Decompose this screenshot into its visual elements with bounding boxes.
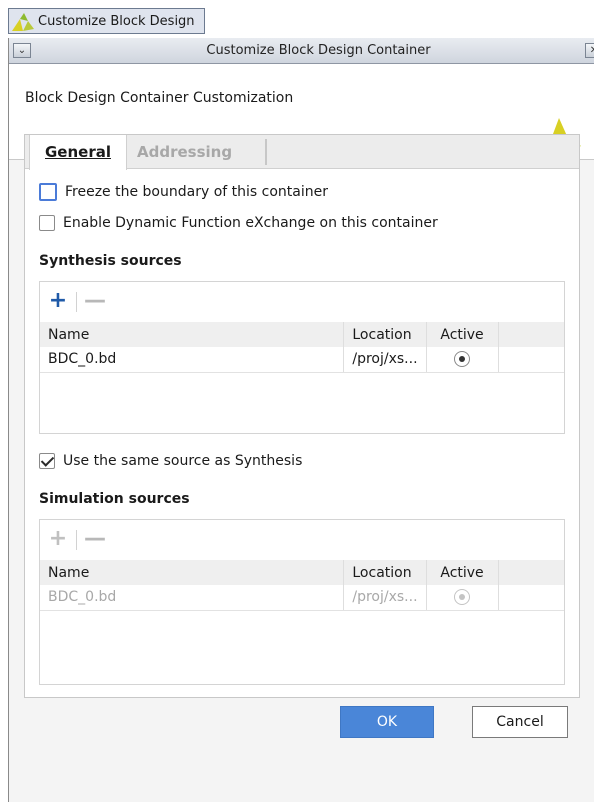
column-header-active[interactable]: Active	[426, 560, 499, 585]
tab-addressing[interactable]: Addressing	[137, 135, 232, 169]
enable-dfx-option[interactable]: Enable Dynamic Function eXchange on this…	[39, 215, 438, 231]
close-button[interactable]: ✕	[585, 43, 594, 58]
plus-icon: +	[48, 526, 68, 551]
column-header-filler	[498, 322, 564, 347]
freeze-boundary-checkbox[interactable]	[39, 183, 57, 201]
minus-icon: —	[84, 288, 106, 313]
simulation-toolbar: + —	[40, 520, 564, 560]
same-source-label: Use the same source as Synthesis	[63, 453, 303, 469]
cancel-button[interactable]: Cancel	[472, 706, 568, 738]
taskbar-button[interactable]: Customize Block Design	[8, 8, 205, 34]
row-filler-cell	[498, 347, 564, 373]
active-radio[interactable]	[454, 351, 471, 368]
same-source-option[interactable]: Use the same source as Synthesis	[39, 453, 302, 469]
tab-general[interactable]: General	[29, 135, 127, 170]
freeze-boundary-option[interactable]: Freeze the boundary of this container	[39, 183, 328, 201]
source-location-cell[interactable]: /proj/xs...	[343, 347, 427, 373]
freeze-boundary-label: Freeze the boundary of this container	[65, 184, 328, 200]
enable-dfx-checkbox[interactable]	[39, 215, 55, 231]
title-bar: ⌄ Customize Block Design Container ✕	[9, 38, 594, 64]
window-menu-icon: ⌄	[17, 45, 27, 56]
close-icon: ✕	[589, 45, 594, 56]
source-name-cell: BDC_0.bd	[40, 585, 345, 611]
remove-synthesis-source-button[interactable]: —	[84, 288, 106, 313]
tab-addressing-label: Addressing	[137, 143, 233, 161]
toolbar-divider	[76, 530, 77, 550]
column-header-name[interactable]: Name	[40, 322, 345, 347]
table-header-row: Name Location Active	[40, 322, 564, 347]
taskbar-label: Customize Block Design	[38, 13, 195, 29]
column-header-active[interactable]: Active	[426, 322, 499, 347]
window-menu-button[interactable]: ⌄	[13, 43, 31, 58]
source-name-cell[interactable]: BDC_0.bd	[40, 347, 345, 373]
tab-strip: General Addressing	[25, 135, 579, 170]
table-header-row: Name Location Active	[40, 560, 564, 585]
column-header-location[interactable]: Location	[343, 560, 427, 585]
table-row[interactable]: BDC_0.bd /proj/xs...	[40, 347, 564, 373]
toolbar-divider	[76, 292, 77, 312]
active-radio	[454, 589, 471, 606]
source-location-cell: /proj/xs...	[343, 585, 427, 611]
add-simulation-source-button[interactable]: +	[48, 528, 68, 550]
source-active-cell[interactable]	[426, 347, 499, 373]
simulation-sources-panel: + — Name Location Active BDC_0.bd /proj/…	[39, 519, 565, 685]
synthesis-sources-panel: + — Name Location Active BDC_0.bd /proj/…	[39, 281, 565, 434]
tab-general-label: General	[45, 143, 111, 161]
source-active-cell	[426, 585, 499, 611]
remove-simulation-source-button[interactable]: —	[84, 526, 106, 551]
xilinx-logo-icon	[10, 9, 34, 33]
simulation-sources-table: Name Location Active BDC_0.bd /proj/xs..…	[40, 560, 564, 611]
column-header-name[interactable]: Name	[40, 560, 345, 585]
synthesis-sources-table: Name Location Active BDC_0.bd /proj/xs..…	[40, 322, 564, 373]
dialog-heading: Block Design Container Customization	[25, 90, 294, 106]
table-row: BDC_0.bd /proj/xs...	[40, 585, 564, 611]
plus-icon: +	[48, 288, 68, 313]
settings-card: General Addressing Freeze the boundary o…	[24, 134, 580, 698]
enable-dfx-label: Enable Dynamic Function eXchange on this…	[63, 215, 438, 231]
synthesis-sources-title: Synthesis sources	[39, 253, 182, 269]
same-source-checkbox[interactable]	[39, 453, 55, 469]
window-title: Customize Block Design Container	[206, 43, 431, 58]
tab-divider	[265, 139, 267, 165]
row-filler-cell	[498, 585, 564, 611]
column-header-filler	[498, 560, 564, 585]
synthesis-toolbar: + —	[40, 282, 564, 322]
simulation-sources-title: Simulation sources	[39, 491, 190, 507]
column-header-location[interactable]: Location	[343, 322, 427, 347]
add-synthesis-source-button[interactable]: +	[48, 290, 68, 312]
minus-icon: —	[84, 526, 106, 551]
ok-button[interactable]: OK	[340, 706, 434, 738]
